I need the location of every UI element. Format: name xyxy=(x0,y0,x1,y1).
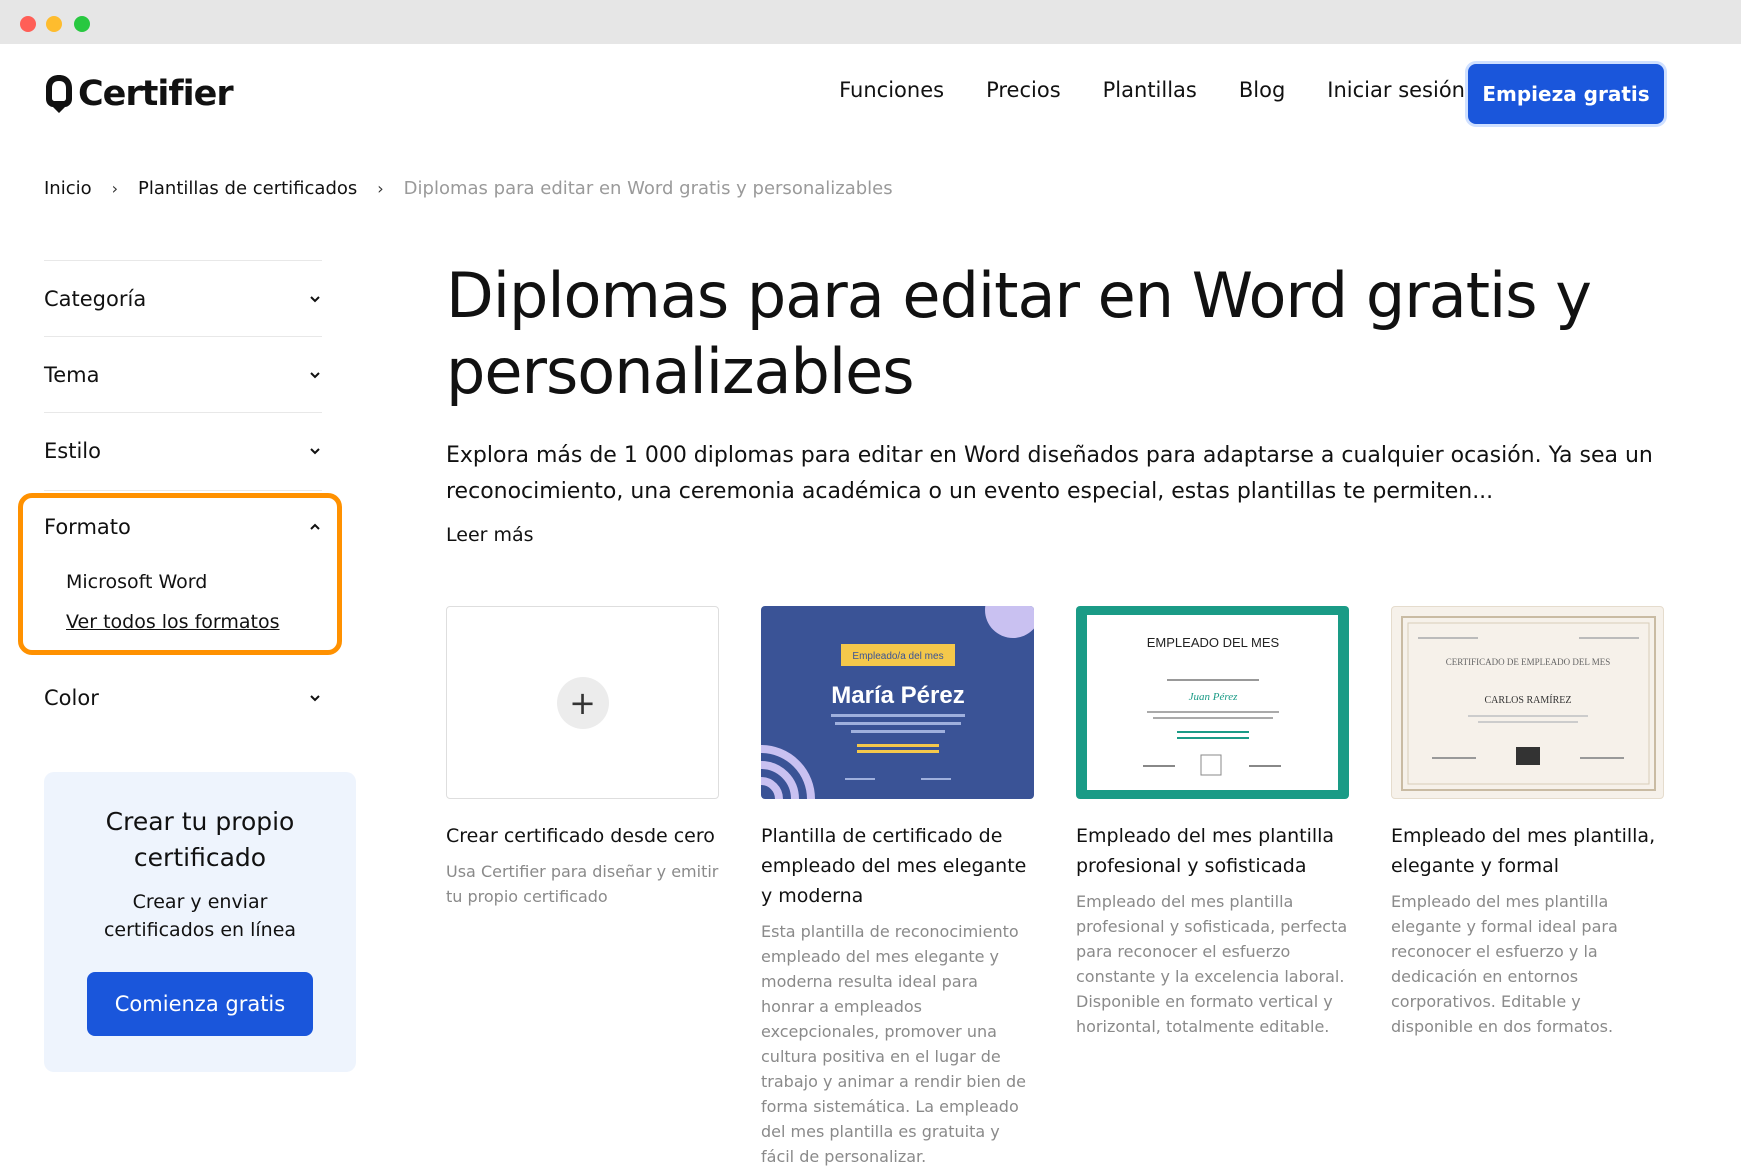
filter-label: Formato xyxy=(44,514,131,539)
filter-categoria[interactable]: Categoría xyxy=(44,260,322,336)
brand-name: Certifier xyxy=(78,74,234,114)
thumb-name: CARLOS RAMÍREZ xyxy=(1485,694,1572,706)
chevron-down-icon xyxy=(310,695,320,702)
filter-color[interactable]: Color xyxy=(44,660,322,736)
nav-funciones[interactable]: Funciones xyxy=(839,78,944,102)
promo-title: Crear tu propio certificado xyxy=(105,807,295,872)
main-content: Diplomas para editar en Word gratis y pe… xyxy=(446,258,1666,546)
template-card[interactable]: CERTIFICADO DE EMPLEADO DEL MES CARLOS R… xyxy=(1391,606,1664,1169)
chevron-right-icon: › xyxy=(111,179,119,198)
filter-sidebar: Categoría Tema Estilo xyxy=(44,260,322,488)
card-title[interactable]: Empleado del mes plantilla profesional y… xyxy=(1076,821,1349,881)
filter-formato-header[interactable]: Formato xyxy=(44,490,322,562)
certificate-thumbnail[interactable]: Empleado/a del mes María Pérez xyxy=(761,606,1034,799)
chevron-down-icon xyxy=(310,447,320,454)
main-nav: Funciones Precios Plantillas Blog Inicia… xyxy=(839,78,1465,102)
chevron-down-icon xyxy=(310,371,320,378)
certificate-thumbnail[interactable]: EMPLEADO DEL MES Juan Pérez xyxy=(1076,606,1349,799)
card-description: Empleado del mes plantilla profesional y… xyxy=(1076,892,1348,1036)
certificate-preview-graphic: CERTIFICADO DE EMPLEADO DEL MES CARLOS R… xyxy=(1401,616,1656,791)
breadcrumb-inicio[interactable]: Inicio xyxy=(44,178,92,199)
template-card[interactable]: + Crear certificado desde cero Usa Certi… xyxy=(446,606,719,1169)
filter-estilo[interactable]: Estilo xyxy=(44,412,322,488)
filter-tema[interactable]: Tema xyxy=(44,336,322,412)
plus-icon: + xyxy=(556,676,609,729)
thumb-heading: EMPLEADO DEL MES xyxy=(1147,635,1280,650)
nav-plantillas[interactable]: Plantillas xyxy=(1103,78,1197,102)
breadcrumb-current: Diplomas para editar en Word gratis y pe… xyxy=(403,178,893,199)
window-titlebar xyxy=(0,0,1741,44)
site-header: Certifier Funciones Precios Plantillas B… xyxy=(0,44,1741,144)
chevron-right-icon: › xyxy=(377,179,384,198)
card-title[interactable]: Plantilla de certificado de empleado del… xyxy=(761,821,1034,911)
card-title[interactable]: Empleado del mes plantilla, elegante y f… xyxy=(1391,821,1664,881)
nav-iniciar-sesion[interactable]: Iniciar sesión xyxy=(1327,78,1465,102)
brand-logo[interactable]: Certifier xyxy=(44,72,234,116)
comienza-gratis-button[interactable]: Comienza gratis xyxy=(87,972,313,1036)
certificate-preview-graphic: EMPLEADO DEL MES Juan Pérez xyxy=(1143,635,1281,776)
filter-formato: Formato Microsoft Word Ver todos los for… xyxy=(44,490,322,642)
breadcrumb: Inicio › Plantillas de certificados › Di… xyxy=(44,178,893,199)
thumb-heading: CERTIFICADO DE EMPLEADO DEL MES xyxy=(1446,657,1611,667)
nav-precios[interactable]: Precios xyxy=(986,78,1061,102)
card-description: Empleado del mes plantilla elegante y fo… xyxy=(1391,892,1618,1036)
minimize-window-button[interactable] xyxy=(46,16,62,32)
certificate-preview-graphic: Empleado/a del mes María Pérez xyxy=(761,606,1034,799)
chevron-down-icon xyxy=(310,295,320,302)
promo-subtitle: Crear y enviar certificados en línea xyxy=(103,891,297,941)
create-own-promo: Crear tu propio certificado Crear y envi… xyxy=(44,772,356,1072)
nav-blog[interactable]: Blog xyxy=(1239,78,1285,102)
leer-mas-link[interactable]: Leer más xyxy=(446,524,1666,546)
filter-label: Estilo xyxy=(44,438,101,463)
thumb-badge: Empleado/a del mes xyxy=(852,651,943,662)
ver-todos-formatos-link[interactable]: Ver todos los formatos xyxy=(66,602,322,642)
template-grid: + Crear certificado desde cero Usa Certi… xyxy=(446,606,1666,1169)
chevron-up-icon xyxy=(310,523,320,530)
card-description: Esta plantilla de reconocimiento emplead… xyxy=(761,922,1026,1166)
certificate-thumbnail[interactable]: CERTIFICADO DE EMPLEADO DEL MES CARLOS R… xyxy=(1391,606,1664,799)
filter-label: Categoría xyxy=(44,286,147,311)
close-window-button[interactable] xyxy=(20,16,36,32)
page-description: Explora más de 1 000 diplomas para edita… xyxy=(446,443,1653,504)
template-card[interactable]: EMPLEADO DEL MES Juan Pérez Empleado del… xyxy=(1076,606,1349,1169)
page-title: Diplomas para editar en Word gratis y pe… xyxy=(446,259,1592,408)
certifier-logo-icon xyxy=(46,75,72,113)
certificate-frame: EMPLEADO DEL MES Juan Pérez xyxy=(1086,614,1339,791)
breadcrumb-plantillas[interactable]: Plantillas de certificados xyxy=(138,178,357,199)
maximize-window-button[interactable] xyxy=(74,16,90,32)
thumb-name: Juan Pérez xyxy=(1189,691,1238,703)
card-title[interactable]: Crear certificado desde cero xyxy=(446,821,719,851)
thumb-name: María Pérez xyxy=(831,682,964,709)
card-description: Usa Certifier para diseñar y emitir tu p… xyxy=(446,862,719,906)
filter-label: Color xyxy=(44,686,99,710)
template-card[interactable]: Empleado/a del mes María Pérez Plantilla… xyxy=(761,606,1034,1169)
empieza-gratis-button[interactable]: Empieza gratis xyxy=(1468,64,1664,124)
formato-option-word[interactable]: Microsoft Word xyxy=(66,562,322,602)
blank-thumbnail[interactable]: + xyxy=(446,606,719,799)
filter-label: Tema xyxy=(44,362,100,387)
